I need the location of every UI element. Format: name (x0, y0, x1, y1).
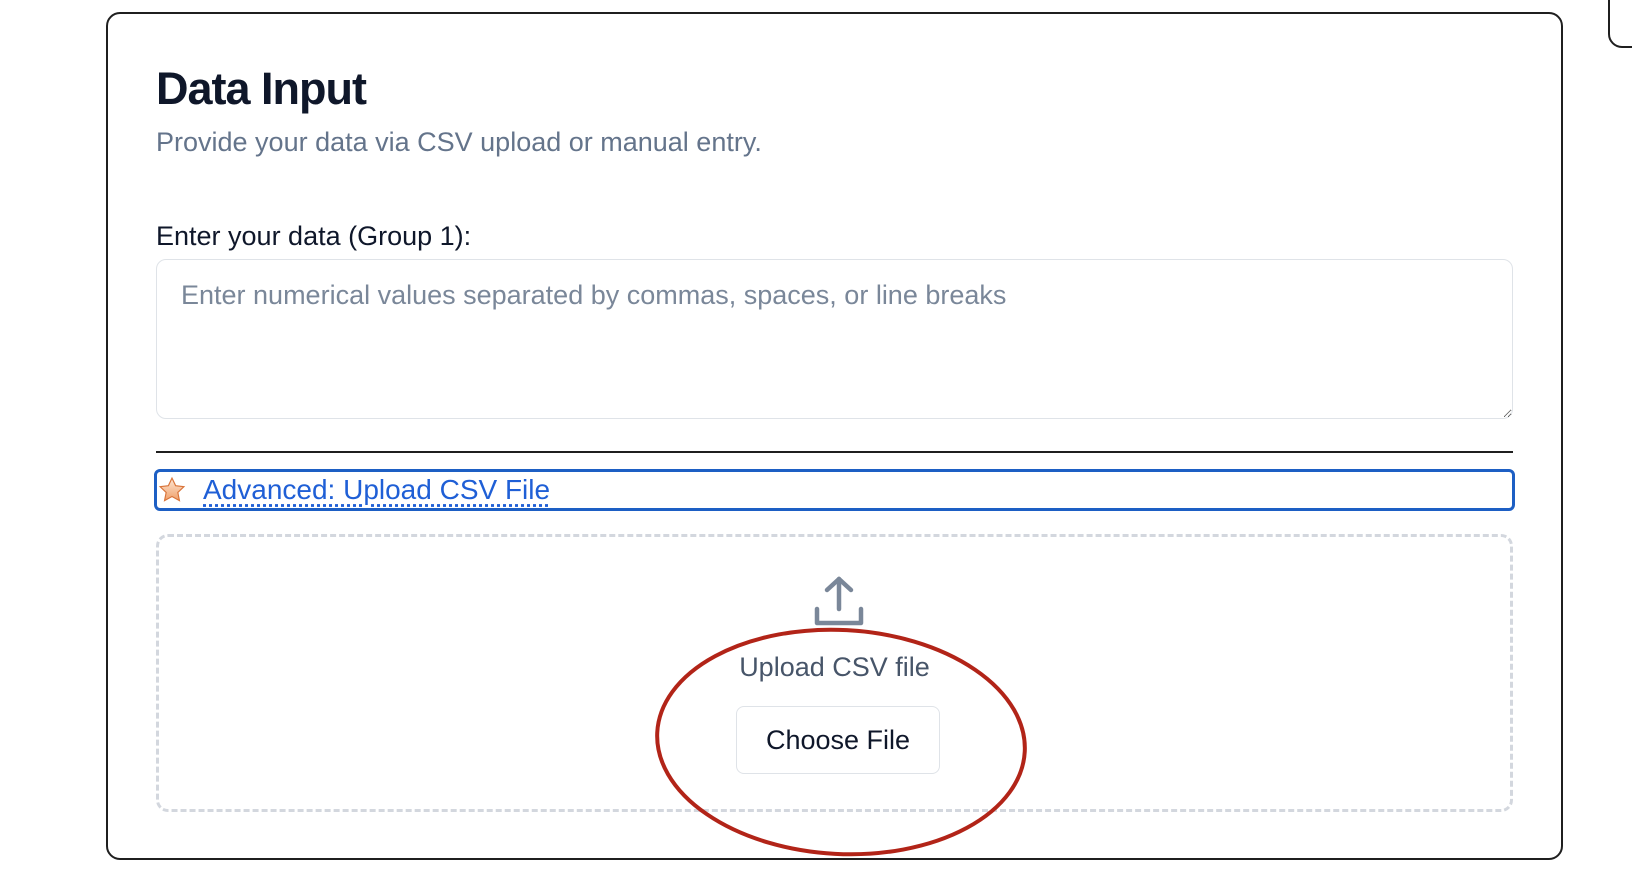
corner-panel (1608, 0, 1632, 48)
upload-csv-text: Upload CSV file (739, 652, 930, 682)
advanced-upload-toggle[interactable]: Advanced: Upload CSV File (154, 469, 1515, 511)
csv-dropzone[interactable]: Upload CSV file Choose File (156, 534, 1513, 812)
upload-icon (811, 573, 867, 629)
page-subtitle: Provide your data via CSV upload or manu… (156, 127, 762, 157)
group-1-data-label: Enter your data (Group 1): (156, 221, 472, 251)
star-icon (157, 475, 187, 505)
data-input-card: Data Input Provide your data via CSV upl… (106, 12, 1563, 860)
group-1-data-textarea[interactable] (156, 259, 1513, 419)
page-title: Data Input (156, 63, 367, 114)
section-divider (156, 451, 1513, 453)
advanced-upload-link[interactable]: Advanced: Upload CSV File (203, 476, 550, 504)
choose-file-button[interactable]: Choose File (736, 706, 940, 774)
